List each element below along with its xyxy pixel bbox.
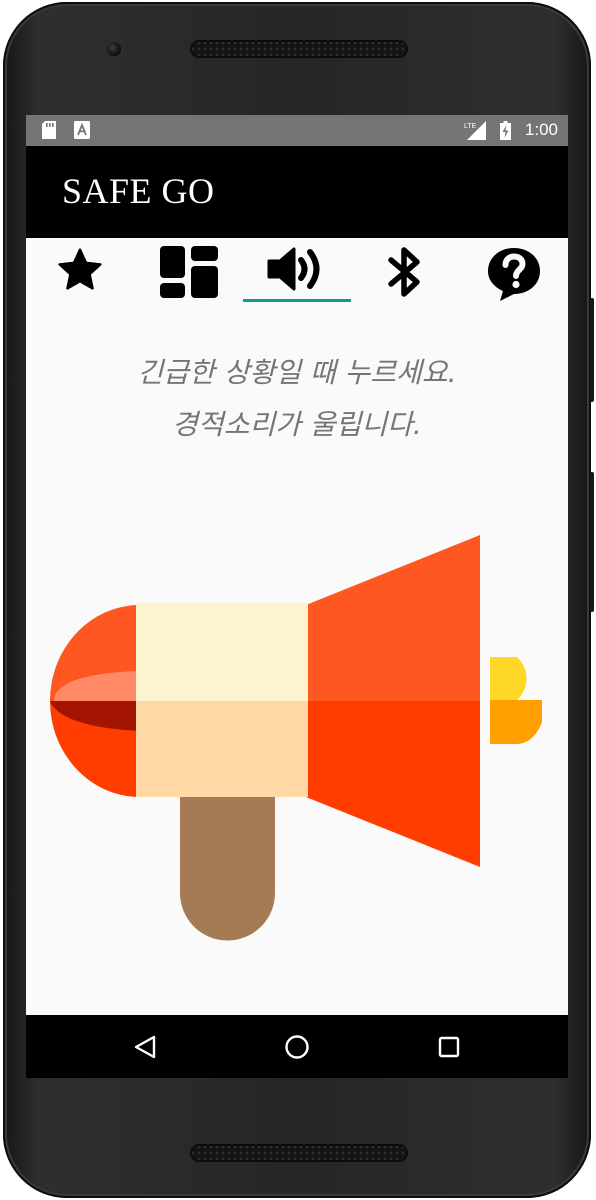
tab-sound[interactable]: [242, 238, 352, 304]
recents-icon[interactable]: [434, 1032, 464, 1062]
lte-signal-icon: LTE: [464, 121, 486, 140]
star-icon: [58, 248, 102, 290]
megaphone-icon[interactable]: [50, 533, 542, 945]
text-notification-icon: [74, 121, 90, 139]
instruction-line-2: 경적소리가 울립니다.: [172, 408, 422, 441]
clock: 1:00: [524, 120, 558, 139]
dashboard-icon: [159, 246, 218, 298]
sd-card-icon: [42, 121, 56, 139]
tab-bar: [26, 238, 568, 304]
tab-bluetooth[interactable]: [351, 238, 459, 304]
tab-help[interactable]: [460, 238, 568, 304]
bluetooth-icon: [388, 247, 421, 297]
help-bubble-icon: [487, 248, 540, 301]
svg-text:LTE: LTE: [464, 123, 477, 130]
tab-selected-indicator: [242, 299, 352, 302]
app-bar: SAFE GO: [26, 146, 568, 238]
system-nav-bar: [26, 1015, 568, 1078]
battery-charging-icon: [500, 121, 511, 140]
front-camera: [107, 42, 121, 56]
home-icon[interactable]: [282, 1032, 312, 1062]
bottom-speaker: [190, 1144, 408, 1162]
instruction-line-1: 긴급한 상황일 때 누르세요.: [137, 356, 457, 389]
tab-favorites[interactable]: [26, 238, 134, 304]
volume-icon: [267, 247, 320, 291]
app-title: SAFE GO: [62, 171, 215, 211]
top-speaker: [190, 40, 408, 58]
volume-button: [590, 472, 594, 612]
status-bar: LTE 1:00: [26, 115, 568, 146]
power-button: [590, 298, 594, 402]
tab-dashboard[interactable]: [134, 238, 242, 304]
instruction-text: 긴급한 상황일 때 누르세요. 경적소리가 울립니다.: [26, 347, 568, 451]
screen: LTE 1:00 SAFE GO 긴급한 상황일 때 누르세요. 경적소리가 울…: [26, 115, 568, 1078]
back-icon[interactable]: [130, 1032, 160, 1062]
